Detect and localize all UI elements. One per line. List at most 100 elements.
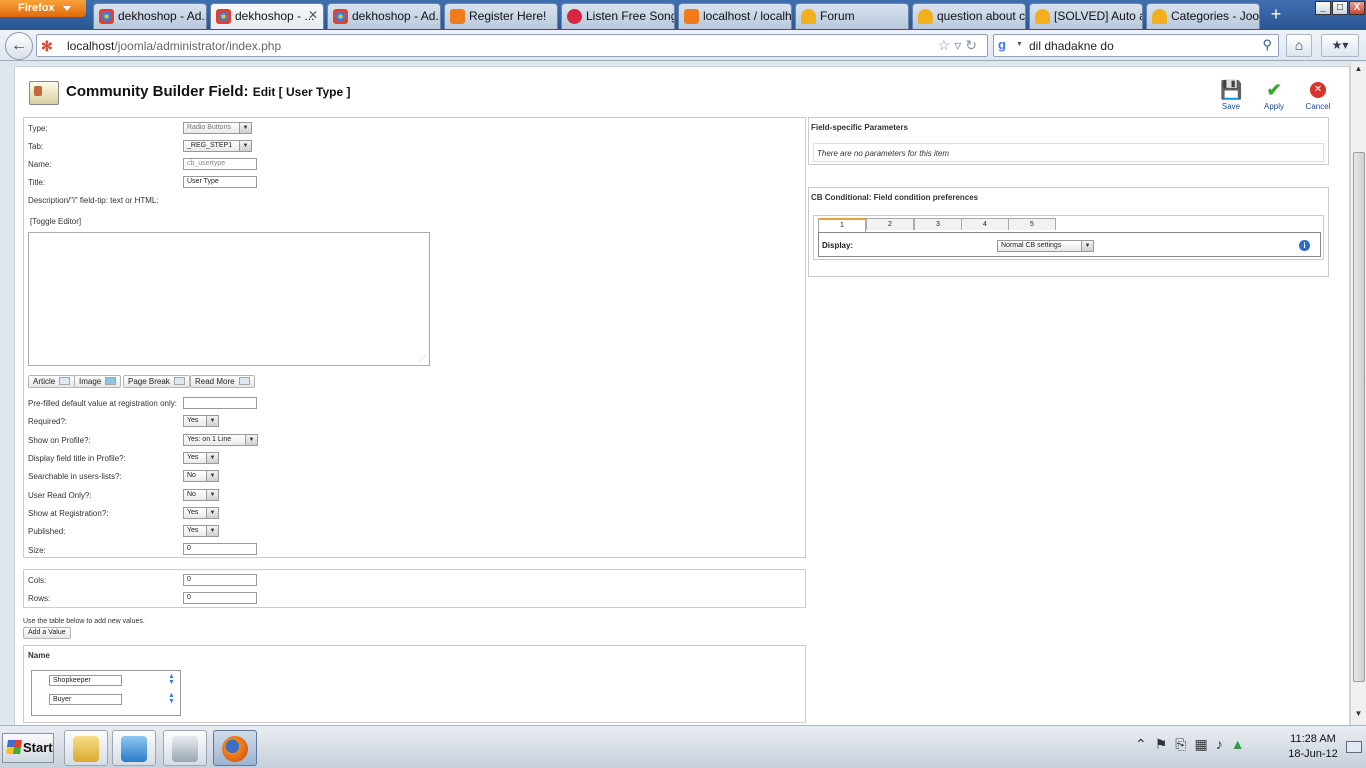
- published-select[interactable]: Yes ▼: [183, 525, 219, 537]
- display-title-select[interactable]: Yes ▼: [183, 452, 219, 464]
- size-label: Size:: [28, 546, 46, 555]
- add-value-button[interactable]: Add a Value: [23, 627, 71, 639]
- name-field[interactable]: cb_usertype: [183, 158, 257, 170]
- bookmarks-button[interactable]: ★▾: [1321, 34, 1359, 57]
- new-tab-button[interactable]: +: [1264, 4, 1288, 26]
- type-select[interactable]: Radio Buttons ▼: [183, 122, 252, 134]
- tab-select[interactable]: _REG_STEP1 ▼: [183, 140, 252, 152]
- in-music-icon: [567, 9, 582, 24]
- show-desktop-button[interactable]: [1346, 741, 1362, 753]
- description-editor[interactable]: ⋰: [28, 232, 430, 366]
- media-player-taskbar-button[interactable]: [112, 730, 156, 766]
- browser-tab[interactable]: localhost / localh...: [678, 3, 792, 29]
- size-field[interactable]: 0: [183, 543, 257, 555]
- search-bar[interactable]: g ▼ dil dhadakne do ⚲: [993, 34, 1279, 57]
- published-label: Published:: [28, 527, 66, 536]
- display-select[interactable]: Normal CB settings ▼: [997, 240, 1094, 252]
- browser-tab[interactable]: Forum: [795, 3, 909, 29]
- firefox-taskbar-button[interactable]: [213, 730, 257, 766]
- value-field[interactable]: Buyer: [49, 694, 122, 705]
- name-label: Name:: [28, 160, 52, 169]
- browser-tab[interactable]: question about c...: [912, 3, 1026, 29]
- page-header: Community Builder Field: Edit [ User Typ…: [29, 79, 1339, 119]
- network-icon[interactable]: ▦: [1195, 736, 1216, 752]
- info-icon[interactable]: i: [1299, 240, 1310, 251]
- vertical-scrollbar[interactable]: ▲ ▼: [1350, 62, 1366, 725]
- star-icon[interactable]: ☆: [938, 37, 955, 53]
- scroll-up-icon[interactable]: ▲: [1351, 64, 1366, 78]
- explorer-taskbar-button[interactable]: [64, 730, 108, 766]
- cb-tab-3[interactable]: 3: [914, 218, 962, 230]
- readonly-select[interactable]: No ▼: [183, 489, 219, 501]
- show-registration-select[interactable]: Yes ▼: [183, 507, 219, 519]
- start-button[interactable]: Start: [2, 733, 54, 763]
- search-icon[interactable]: ⚲: [1262, 37, 1272, 53]
- maximize-icon[interactable]: □: [1332, 1, 1348, 15]
- dropdown-icon[interactable]: ▿: [954, 37, 965, 53]
- home-button[interactable]: ⌂: [1286, 34, 1312, 57]
- browser-tab-active[interactable]: dekhoshop - ... ✕: [210, 3, 324, 29]
- hardhat-icon: [1035, 9, 1050, 24]
- chevron-down-icon: ▼: [206, 526, 218, 536]
- search-input[interactable]: dil dhadakne do: [1029, 39, 1114, 53]
- volume-icon[interactable]: ♪: [1216, 736, 1231, 752]
- display-label: Display:: [822, 241, 854, 250]
- read-more-button[interactable]: Read More: [190, 375, 255, 388]
- flag-icon[interactable]: ⚑: [1155, 736, 1176, 752]
- value-field[interactable]: Shopkeeper: [49, 675, 122, 686]
- searchable-select[interactable]: No ▼: [183, 470, 219, 482]
- drive-icon[interactable]: ▲: [1231, 736, 1253, 752]
- cols-field[interactable]: 0: [183, 574, 257, 586]
- scroll-down-icon[interactable]: ▼: [1351, 709, 1366, 723]
- field-params-box: There are no parameters for this item: [813, 143, 1324, 162]
- chevron-down-icon: ▼: [206, 508, 218, 518]
- close-icon[interactable]: ✕: [308, 8, 318, 22]
- show-hidden-icons-icon[interactable]: ⌃: [1135, 736, 1155, 752]
- image-button[interactable]: Image: [74, 375, 122, 388]
- cb-tab-2[interactable]: 2: [866, 218, 914, 230]
- cb-conditional-tab-body: Display: Normal CB settings ▼ i: [818, 232, 1321, 257]
- sort-arrows-icon[interactable]: ▲ ▼: [168, 692, 175, 705]
- usb-icon[interactable]: ⎘: [1175, 736, 1194, 752]
- prefilled-field[interactable]: [183, 397, 257, 409]
- title-label: Title:: [28, 178, 46, 187]
- google-icon[interactable]: g: [998, 37, 1016, 55]
- reload-icon[interactable]: ↻: [965, 37, 981, 53]
- page-break-button[interactable]: Page Break: [123, 375, 190, 388]
- cb-tab-4[interactable]: 4: [961, 218, 1009, 230]
- title-field[interactable]: User Type: [183, 176, 257, 188]
- tab-label: Listen Free Song...: [586, 9, 674, 23]
- save-button[interactable]: 💾 Save: [1213, 79, 1249, 111]
- url-text: localhost/joomla/administrator/index.php: [67, 39, 282, 53]
- cb-tab-5[interactable]: 5: [1008, 218, 1056, 230]
- article-icon: [59, 377, 71, 385]
- sort-arrows-icon[interactable]: ▲ ▼: [168, 673, 175, 686]
- chevron-down-icon[interactable]: ▼: [1016, 41, 1023, 48]
- cb-tab-1[interactable]: 1: [818, 218, 866, 232]
- article-button[interactable]: Article: [28, 375, 76, 388]
- browser-tab[interactable]: dekhoshop - Ad...: [327, 3, 441, 29]
- minimize-icon[interactable]: _: [1315, 1, 1331, 15]
- browser-tab[interactable]: Register Here!: [444, 3, 558, 29]
- browser-tab[interactable]: Categories - Joo...: [1146, 3, 1260, 29]
- toggle-editor-link[interactable]: [Toggle Editor]: [30, 217, 81, 226]
- clock[interactable]: 11:28 AM 18-Jun-12: [1282, 732, 1344, 762]
- calculator-taskbar-button[interactable]: [163, 730, 207, 766]
- url-bar[interactable]: ✻ localhost/joomla/administrator/index.p…: [36, 34, 988, 57]
- apply-button[interactable]: ✔ Apply: [1256, 79, 1292, 111]
- back-button[interactable]: ←: [5, 32, 33, 60]
- browser-tab[interactable]: Listen Free Song...: [561, 3, 675, 29]
- show-profile-select[interactable]: Yes: on 1 Line ▼: [183, 434, 258, 446]
- scroll-thumb[interactable]: [1353, 152, 1365, 682]
- page-break-icon: [173, 377, 185, 385]
- cancel-button[interactable]: ✕ Cancel: [1300, 79, 1336, 111]
- resize-handle-icon[interactable]: ⋰: [419, 355, 426, 363]
- browser-tab[interactable]: [SOLVED] Auto a...: [1029, 3, 1143, 29]
- rows-field[interactable]: 0: [183, 592, 257, 604]
- firefox-menu-button[interactable]: Firefox: [0, 0, 86, 17]
- browser-tab[interactable]: dekhoshop - Ad...: [93, 3, 207, 29]
- save-label: Save: [1221, 102, 1241, 111]
- close-window-icon[interactable]: X: [1349, 1, 1365, 15]
- tab-label: localhost / localh...: [703, 9, 792, 23]
- required-select[interactable]: Yes ▼: [183, 415, 219, 427]
